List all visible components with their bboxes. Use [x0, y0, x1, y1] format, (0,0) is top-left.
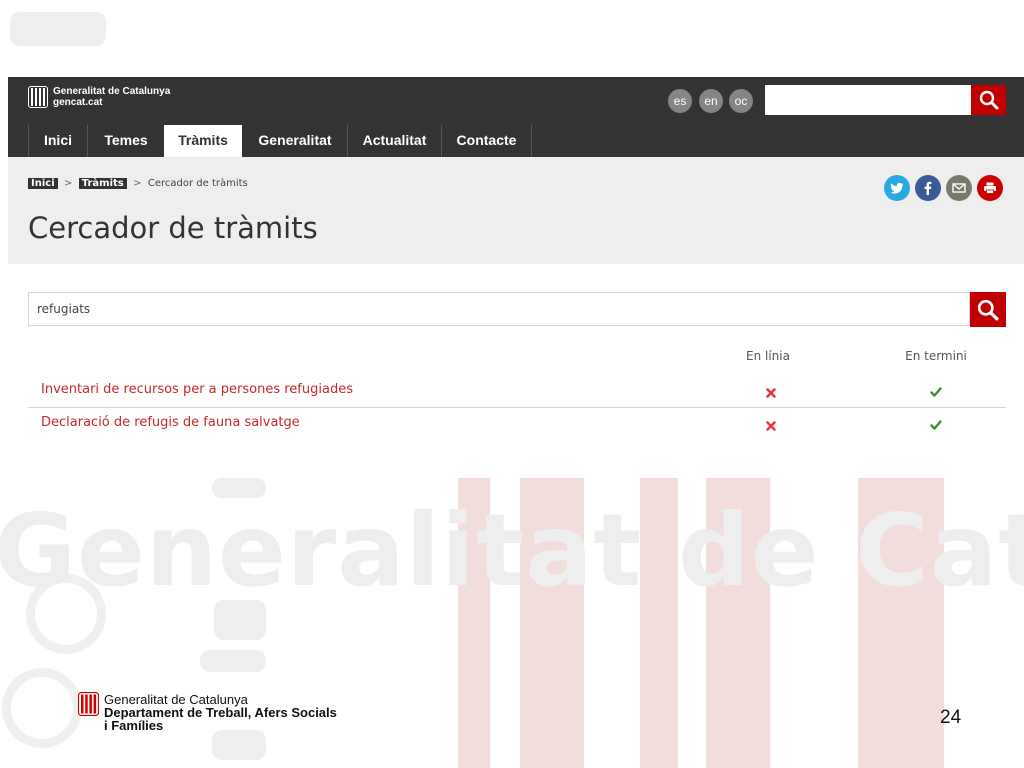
top-bar: Generalitat de Catalunya gencat.cat es e…	[8, 77, 1024, 125]
language-en[interactable]: en	[699, 89, 723, 113]
gencat-logo[interactable]: Generalitat de Catalunya gencat.cat	[28, 86, 170, 108]
facebook-icon	[924, 181, 932, 195]
email-icon	[952, 183, 966, 193]
check-icon	[930, 420, 942, 430]
facebook-share-button[interactable]	[915, 175, 941, 201]
cross-icon	[766, 388, 776, 398]
search-icon	[977, 299, 999, 320]
nav-separator	[531, 125, 532, 157]
nav-item-temes[interactable]: Temes	[88, 125, 164, 157]
breadcrumb-tramits[interactable]: Tràmits	[78, 178, 127, 189]
print-button[interactable]	[977, 175, 1003, 201]
breadcrumb-current: Cercador de tràmits	[147, 178, 248, 189]
procedure-search-input[interactable]	[28, 292, 970, 326]
cross-icon	[766, 421, 776, 431]
result-divider	[28, 407, 1006, 408]
breadcrumb-separator: >	[129, 178, 145, 189]
browser-page: Generalitat de Catalunya gencat.cat es e…	[8, 77, 1024, 477]
twitter-share-button[interactable]	[884, 175, 910, 201]
footer-department: Generalitat de Catalunya Departament de …	[104, 693, 337, 732]
breadcrumb-separator: >	[60, 178, 76, 189]
breadcrumb: Inici > Tràmits > Cercador de tràmits	[28, 177, 248, 191]
language-oc[interactable]: oc	[729, 89, 753, 113]
result-link[interactable]: Declaració de refugis de fauna salvatge	[41, 415, 300, 430]
breadcrumb-inici[interactable]: Inici	[28, 178, 58, 189]
nav-item-contacte[interactable]: Contacte	[442, 125, 531, 157]
nav-item-tramits[interactable]: Tràmits	[164, 125, 242, 157]
nav-item-inici[interactable]: Inici	[29, 125, 87, 157]
background-blur	[200, 650, 266, 672]
site-search-input[interactable]	[765, 85, 971, 115]
background-blur	[212, 730, 266, 760]
twitter-icon	[890, 182, 904, 194]
check-icon	[930, 387, 942, 397]
nav-item-actualitat[interactable]: Actualitat	[348, 125, 441, 157]
nav-item-generalitat[interactable]: Generalitat	[243, 125, 347, 157]
background-ring	[2, 668, 82, 748]
page-header: Inici > Tràmits > Cercador de tràmits Ce…	[8, 157, 1024, 264]
background-blur	[10, 12, 106, 46]
page-number: 24	[940, 707, 962, 728]
site-search-button[interactable]	[971, 85, 1006, 115]
language-es[interactable]: es	[668, 89, 692, 113]
logo-line-1: Generalitat de Catalunya	[53, 86, 171, 97]
column-header-en-linia: En línia	[746, 349, 790, 363]
main-nav: Inici Temes Tràmits Generalitat Actualit…	[8, 125, 1024, 157]
logo-line-2: gencat.cat	[53, 97, 103, 108]
background-watermark: Generalitat de Catalu	[0, 492, 1024, 609]
logo-text: Generalitat de Catalunya gencat.cat	[53, 86, 170, 108]
email-share-button[interactable]	[946, 175, 972, 201]
footer-dept-line-2: i Famílies	[104, 718, 164, 733]
print-icon	[984, 182, 996, 194]
procedure-search-button[interactable]	[970, 292, 1006, 327]
senyera-icon	[28, 86, 48, 108]
search-icon	[979, 90, 998, 110]
page-title: Cercador de tràmits	[28, 211, 318, 245]
generalitat-logo-icon	[78, 692, 99, 716]
result-link[interactable]: Inventari de recursos per a persones ref…	[41, 382, 353, 397]
column-header-en-termini: En termini	[905, 349, 967, 363]
